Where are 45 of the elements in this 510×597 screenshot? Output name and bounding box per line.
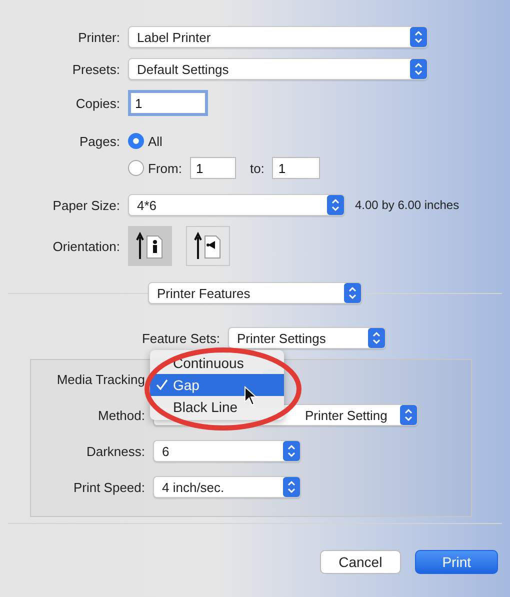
- field-label: Presets:: [71, 62, 120, 76]
- popup-button[interactable]: Printer Settings: [228, 327, 386, 349]
- field-label: Feature Sets:: [140, 330, 220, 346]
- menu-item[interactable]: Continuous: [150, 352, 284, 374]
- stepper-icon: [283, 477, 300, 497]
- field-label: Method:: [97, 408, 145, 422]
- radio-label: All: [148, 134, 162, 148]
- popup-button[interactable]: 4*6: [128, 194, 345, 216]
- popup-button[interactable]: Default Settings: [128, 58, 428, 80]
- field-label: Copies:: [74, 96, 120, 110]
- cursor-icon: [244, 386, 258, 406]
- stepper-icon: [400, 405, 417, 425]
- cancel-button[interactable]: Cancel: [320, 550, 402, 574]
- landscape-button[interactable]: [186, 226, 230, 266]
- radio-button[interactable]: [128, 133, 144, 149]
- page-orientation-icon: [193, 231, 223, 261]
- portrait-button[interactable]: [128, 226, 172, 266]
- field-label: Darkness:: [85, 444, 145, 458]
- popup-button[interactable]: Label Printer: [128, 26, 428, 48]
- radio-label: From:: [148, 160, 182, 176]
- to-field[interactable]: 1: [272, 157, 320, 179]
- from-field[interactable]: 1: [190, 157, 236, 179]
- field-label: Pages:: [78, 134, 120, 148]
- print-button[interactable]: Print: [415, 550, 498, 574]
- field-label: Media Tracking: [56, 372, 145, 386]
- stepper-icon: [410, 59, 427, 79]
- copies-field[interactable]: 1: [128, 90, 208, 116]
- field-label: to:: [250, 160, 264, 176]
- field-label: Printer:: [77, 30, 120, 44]
- menu-item[interactable]: Gap: [150, 374, 284, 396]
- field-label: Paper Size:: [52, 198, 120, 212]
- stepper-icon: [410, 27, 427, 47]
- stepper-icon: [283, 441, 300, 461]
- stepper-icon: [344, 283, 361, 303]
- popup-button[interactable]: 6: [153, 440, 301, 462]
- field-label: Orientation:: [52, 238, 120, 254]
- stepper-icon: [368, 328, 385, 348]
- radio-button[interactable]: [128, 160, 144, 176]
- page-orientation-icon: [135, 231, 165, 261]
- checkmark-icon: [156, 379, 168, 391]
- stepper-icon: [327, 195, 344, 215]
- paper-size-note: 4.00 by 6.00 inches: [355, 198, 460, 212]
- field-label: Print Speed:: [72, 480, 145, 494]
- popup-button[interactable]: 4 inch/sec.: [153, 476, 301, 498]
- popup-button[interactable]: Printer Features: [148, 282, 362, 304]
